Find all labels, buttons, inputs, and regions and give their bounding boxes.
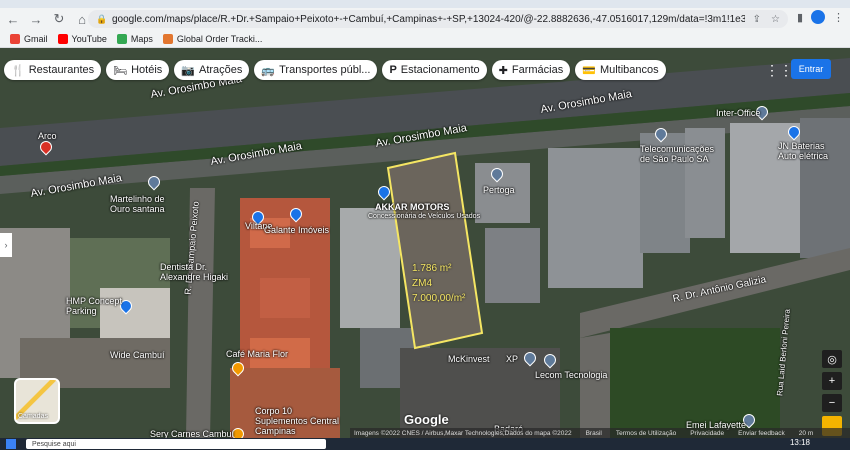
global-order-icon: [162, 33, 173, 44]
bookmark-global-order[interactable]: Global Order Tracki...: [162, 33, 262, 44]
bookmark-youtube[interactable]: YouTube: [57, 33, 107, 44]
place-label-xp: XP: [506, 354, 519, 364]
parking-icon: P: [389, 64, 397, 76]
maps-icon: [116, 33, 127, 44]
map-canvas[interactable]: Av. Orosimbo Maia Av. Orosimbo Maia Av. …: [0, 48, 850, 438]
chip-pharmacies[interactable]: ✚ Farmácias: [491, 60, 571, 80]
place-label-akkar-sub: Concessionária de Veículos Usados: [368, 213, 481, 220]
taskbar-clock: 13:18: [789, 438, 810, 447]
place-label-jn: JN Baterias Auto elétrica: [778, 141, 829, 161]
camera-icon: 📷: [181, 64, 195, 77]
login-button[interactable]: Entrar: [791, 59, 831, 79]
bookmark-star-icon[interactable]: ☆: [771, 14, 780, 25]
chip-hotels[interactable]: 🛏 Hotéis: [106, 60, 170, 80]
lot-price-text: 7.000,00/m²: [412, 293, 466, 304]
country-label: Brasil: [585, 429, 602, 437]
place-label-telecom: Telecomunicações de São Paulo SA: [640, 144, 715, 164]
satellite-imagery: [0, 48, 850, 438]
share-icon[interactable]: ⇪: [753, 14, 761, 25]
pharmacy-icon: ✚: [498, 64, 508, 77]
chip-transit[interactable]: 🚌 Transportes públ...: [254, 60, 378, 80]
bookmark-maps[interactable]: Maps: [116, 33, 153, 44]
gmail-icon: [10, 33, 20, 44]
taskbar: Pesquise aqui 13:18: [0, 438, 850, 450]
atm-icon: 💳: [582, 64, 596, 77]
address-bar[interactable]: 🔒 google.com/maps/place/R.+Dr.+Sampaio+P…: [88, 10, 788, 28]
tab-strip: [0, 0, 850, 8]
place-label-lecom: Lecom Tecnologia: [535, 370, 608, 380]
back-icon[interactable]: ←: [3, 9, 23, 29]
chip-attractions[interactable]: 📷 Atrações: [174, 60, 250, 80]
zoom-in-button[interactable]: +: [822, 372, 842, 390]
place-label-cafe: Café Maria Flor: [226, 349, 289, 359]
avatar[interactable]: [811, 10, 825, 24]
place-label-pertoga: Pertoga: [483, 185, 515, 195]
place-label-mckinvest: McKinvest: [448, 354, 490, 364]
sidebar-icon[interactable]: ▮: [797, 11, 803, 24]
windows-start-icon[interactable]: [6, 439, 16, 449]
place-label-martelinho: Martelinho de Ouro santana: [110, 194, 165, 214]
bookmark-gmail[interactable]: Gmail: [10, 33, 48, 44]
lot-zone-text: ZM4: [412, 278, 432, 289]
zoom-out-button[interactable]: −: [822, 394, 842, 412]
attribution-bar: Imagens ©2022 CNES / Airbus,Maxar Techno…: [350, 428, 850, 438]
taskbar-search[interactable]: Pesquise aqui: [26, 439, 326, 449]
hotel-icon: 🛏: [113, 64, 128, 77]
category-chips: 🍴 Restaurantes 🛏 Hotéis 📷 Atrações 🚌 Transpo…: [4, 60, 666, 80]
chevron-right-icon: ›: [4, 240, 8, 250]
chip-restaurants[interactable]: 🍴 Restaurantes: [4, 60, 102, 80]
feedback-link[interactable]: Enviar feedback: [738, 430, 785, 437]
place-label-galante: Galante Imóveis: [264, 225, 330, 235]
lock-icon: 🔒: [96, 13, 108, 24]
bus-icon: 🚌: [261, 64, 276, 77]
expand-panel-button[interactable]: ›: [0, 233, 12, 257]
place-label-dentista: Dentista Dr. Alexandre Higaki: [160, 262, 229, 282]
url-text: google.com/maps/place/R.+Dr.+Sampaio+Pei…: [112, 13, 745, 25]
scale-label[interactable]: 20 m: [799, 430, 813, 437]
forward-icon[interactable]: →: [26, 9, 46, 29]
place-label-corpo: Corpo 10 Suplementos Central Campinas: [255, 406, 340, 436]
terms-link[interactable]: Termos de Utilização: [616, 430, 676, 437]
google-logo: Google: [404, 412, 449, 427]
place-label-wide: Wide Cambuí: [110, 350, 165, 360]
restaurant-icon: 🍴: [11, 64, 25, 77]
chip-atms[interactable]: 💳 Multibancos: [575, 60, 666, 80]
place-label-hmp: HMP Concept Parking: [66, 296, 122, 316]
privacy-link[interactable]: Privacidade: [690, 430, 724, 437]
imagery-credit: Imagens ©2022 CNES / Airbus,Maxar Techno…: [354, 429, 572, 437]
browser-toolbar: ← → ↻ ⌂ 🔒 google.com/maps/place/R.+Dr.+S…: [0, 8, 850, 30]
map-controls: ◎ + −: [822, 350, 842, 436]
bookmarks-bar: Gmail YouTube Maps Global Order Tracki..…: [0, 30, 850, 48]
layers-button[interactable]: Camadas: [14, 378, 60, 424]
lot-area-text: 1.786 m²: [412, 263, 452, 274]
layers-label: Camadas: [18, 413, 48, 420]
reload-icon[interactable]: ↻: [49, 9, 69, 29]
menu-icon[interactable]: ⋮: [833, 11, 844, 24]
youtube-icon: [57, 33, 68, 44]
place-label-akkar: AKKAR MOTORS: [375, 202, 450, 212]
place-label-sery: Sery Carnes Cambuí: [150, 429, 235, 438]
place-label-arco: Arco: [38, 131, 57, 141]
place-label-interoffice: Inter-Office: [716, 108, 761, 118]
chip-parking[interactable]: P Estacionamento: [382, 60, 487, 80]
location-icon[interactable]: ◎: [822, 350, 842, 368]
